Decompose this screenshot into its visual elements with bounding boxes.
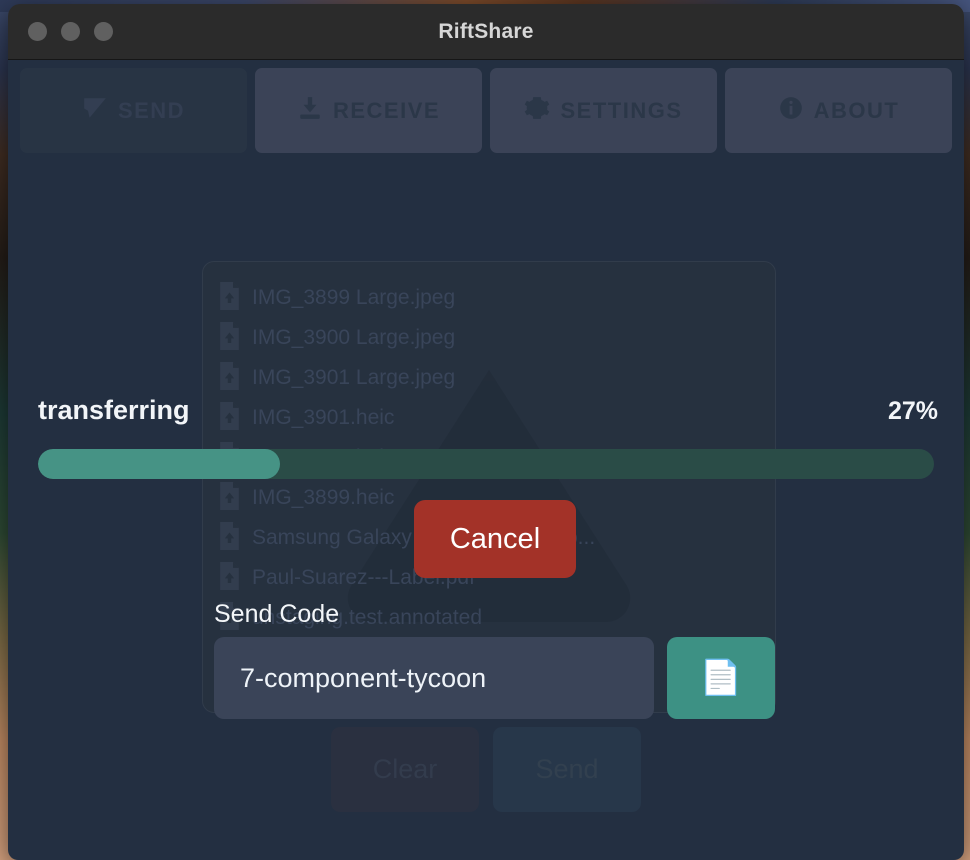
download-icon	[297, 95, 323, 127]
file-name: IMG_3899.heic	[252, 486, 395, 509]
clear-button[interactable]: Clear	[331, 727, 479, 812]
progress-bar-fill	[38, 449, 280, 479]
list-item[interactable]: IMG_3901 Large.jpeg	[217, 358, 775, 398]
file-name: IMG_3899 Large.jpeg	[252, 286, 456, 309]
tab-send-label: SEND	[117, 97, 186, 123]
copy-document-icon[interactable]: 📄	[667, 637, 775, 719]
list-item[interactable]: IMG_3900 Large.jpeg	[217, 318, 775, 358]
action-button-row: Clear Send	[8, 727, 964, 812]
tab-settings-label: SETTINGS	[560, 97, 683, 123]
file-upload-icon	[217, 561, 242, 595]
transfer-status-label: transferring	[38, 395, 190, 425]
tab-bar: SEND RECEIVE SETTINGS ABOUT	[8, 60, 964, 153]
list-item[interactable]: IMG_3901.heic	[217, 398, 775, 438]
transfer-percent-label: 27%	[887, 397, 938, 425]
send-code-input[interactable]: 7-component-tycoon	[214, 637, 654, 719]
send-code-label: Send Code	[214, 600, 340, 628]
progress-bar	[38, 449, 934, 479]
window-titlebar: RiftShare	[8, 4, 964, 60]
file-upload-icon	[217, 401, 242, 435]
send-button[interactable]: Send	[493, 727, 641, 812]
list-item[interactable]: IMG_3899 Large.jpeg	[217, 278, 775, 318]
tab-receive[interactable]: RECEIVE	[255, 68, 482, 153]
cancel-button[interactable]: Cancel	[414, 500, 576, 578]
file-name: IMG_3901.heic	[252, 406, 395, 429]
tab-about[interactable]: ABOUT	[725, 68, 952, 153]
file-upload-icon	[217, 361, 242, 395]
riftshare-window: RiftShare SEND RECEIVE SETTINGS ABOUT IM…	[8, 4, 964, 860]
file-upload-icon	[217, 481, 242, 515]
file-upload-icon	[217, 281, 242, 315]
app-body: SEND RECEIVE SETTINGS ABOUT IMG_3899 Lar…	[8, 60, 964, 860]
file-name: IMG_3900 Large.jpeg	[252, 326, 456, 349]
tab-settings[interactable]: SETTINGS	[490, 68, 717, 153]
tab-send[interactable]: SEND	[20, 68, 247, 153]
tab-about-label: ABOUT	[813, 97, 900, 123]
tab-receive-label: RECEIVE	[332, 97, 441, 123]
gear-icon	[524, 95, 550, 127]
file-name: IMG_3901 Large.jpeg	[252, 366, 456, 389]
file-upload-icon	[217, 521, 242, 555]
paper-plane-icon	[82, 95, 108, 127]
file-upload-icon	[217, 321, 242, 355]
info-circle-icon	[778, 95, 804, 127]
window-title: RiftShare	[438, 19, 534, 43]
